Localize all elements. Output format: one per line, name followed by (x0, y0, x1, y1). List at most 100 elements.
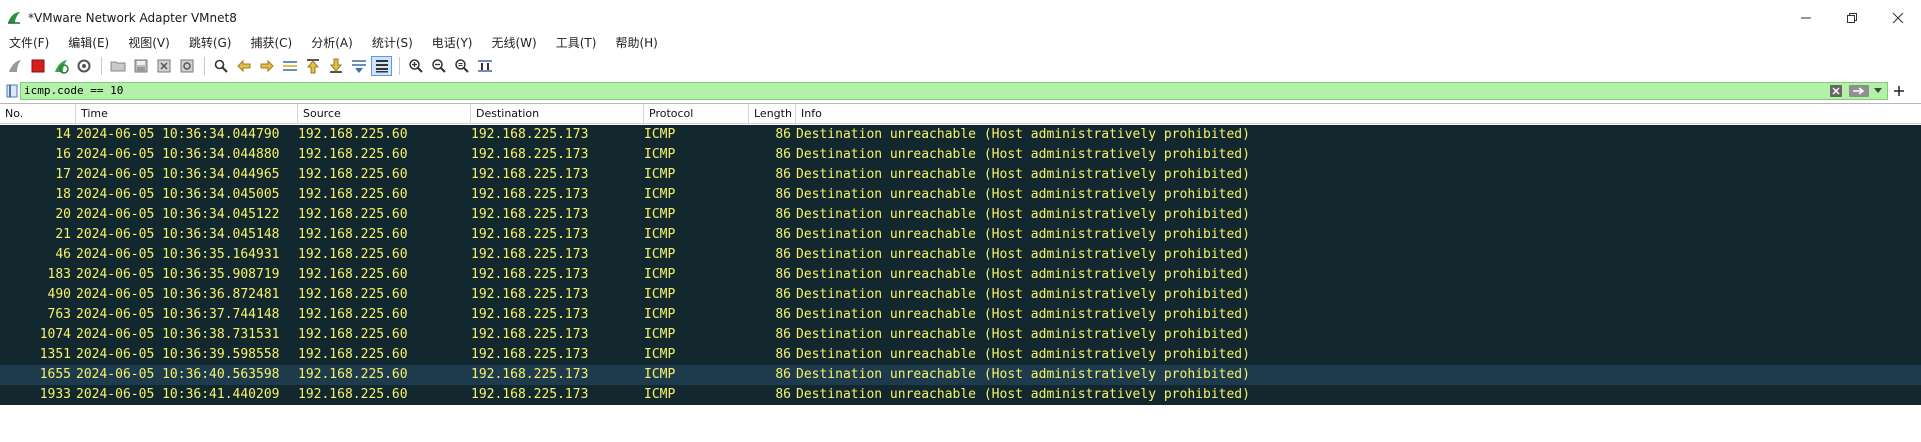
first-packet-button[interactable] (302, 56, 323, 76)
table-row[interactable]: 20 2024-06-05 10:36:34.045122 192.168.225.… (0, 205, 1921, 225)
shark-fin-icon (8, 60, 21, 72)
filter-apply-button[interactable] (1847, 83, 1871, 99)
normal-size-button[interactable] (451, 56, 472, 76)
table-row[interactable]: 490 2024-06-05 10:36:36.872481 192.168.225… (0, 285, 1921, 305)
go-back-button[interactable] (233, 56, 254, 76)
go-to-packet-button[interactable] (279, 56, 300, 76)
restart-capture-button[interactable] (50, 56, 71, 76)
zoom-in-button[interactable] (405, 56, 426, 76)
table-row[interactable]: 183 2024-06-05 10:36:35.908719 192.168.225… (0, 265, 1921, 285)
packet-length: 86 (775, 167, 791, 182)
menu-capture[interactable]: 捕获(C) (245, 34, 299, 51)
packet-list[interactable]: No. Time Source Destination Protocol Len… (0, 103, 1921, 442)
autoscroll-icon (351, 60, 366, 73)
stop-capture-button[interactable] (27, 56, 48, 76)
autoscroll-button[interactable] (348, 56, 369, 76)
table-row[interactable]: 1933 2024-06-05 10:36:41.440209 192.168.22… (0, 385, 1921, 405)
find-packet-button[interactable] (210, 56, 231, 76)
restore-icon (1847, 13, 1857, 23)
packet-info: Destination unreachable (Host administra… (796, 207, 1250, 222)
menu-analyze[interactable]: 分析(A) (306, 34, 360, 51)
menu-statistics[interactable]: 统计(S) (367, 34, 420, 51)
packet-source: 192.168.225.60 (298, 267, 408, 282)
capture-options-button[interactable] (73, 56, 94, 76)
column-header-no[interactable]: No. (0, 104, 76, 124)
packet-length: 86 (775, 387, 791, 402)
column-header-time[interactable]: Time (76, 104, 298, 124)
menu-view[interactable]: 视图(V) (123, 34, 177, 51)
reload-file-button[interactable] (176, 56, 197, 76)
add-filter-button-button[interactable] (1891, 82, 1907, 100)
close-file-button[interactable] (153, 56, 174, 76)
menu-go[interactable]: 跳转(G) (184, 34, 239, 51)
packet-destination: 192.168.225.173 (471, 207, 589, 222)
save-file-button[interactable] (130, 56, 151, 76)
go-back-icon (236, 59, 250, 73)
menu-edit[interactable]: 编辑(E) (63, 34, 116, 51)
start-capture-button[interactable] (4, 56, 25, 76)
display-filter-input[interactable]: icmp.code == 10 (20, 82, 1888, 100)
zoom-in-icon (408, 59, 423, 73)
packet-number: 18 (55, 187, 71, 202)
packet-time: 2024-06-05 10:36:34.045005 (76, 187, 280, 202)
packet-protocol: ICMP (644, 267, 676, 282)
packet-source: 192.168.225.60 (298, 167, 408, 182)
column-header-destination[interactable]: Destination (471, 104, 644, 124)
reload-file-icon (180, 59, 193, 73)
packet-time: 2024-06-05 10:36:41.440209 (76, 387, 280, 402)
table-row[interactable]: 14 2024-06-05 10:36:34.044790 192.168.225.… (0, 125, 1921, 145)
packet-destination: 192.168.225.173 (471, 187, 589, 202)
packet-info: Destination unreachable (Host administra… (796, 347, 1250, 362)
menu-help[interactable]: 帮助(H) (610, 34, 664, 51)
packet-number: 46 (55, 247, 71, 262)
go-forward-button[interactable] (256, 56, 277, 76)
table-row[interactable]: 1074 2024-06-05 10:36:38.731531 192.168.22… (0, 325, 1921, 345)
stop-capture-icon (31, 59, 44, 73)
packet-length: 86 (775, 267, 791, 282)
table-row[interactable]: 16 2024-06-05 10:36:34.044880 192.168.225.… (0, 145, 1921, 165)
packet-length: 86 (775, 307, 791, 322)
packet-source: 192.168.225.60 (298, 307, 408, 322)
column-header-protocol[interactable]: Protocol (644, 104, 749, 124)
toolbar-separator (204, 57, 205, 75)
table-row[interactable]: 21 2024-06-05 10:36:34.045148 192.168.225.… (0, 225, 1921, 245)
packet-protocol: ICMP (644, 187, 676, 202)
minimize-icon (1801, 17, 1811, 19)
zoom-out-button[interactable] (428, 56, 449, 76)
open-file-icon (110, 61, 125, 72)
colorize-button[interactable] (371, 56, 392, 76)
table-row[interactable]: 46 2024-06-05 10:36:35.164931 192.168.225.… (0, 245, 1921, 265)
menu-telephony[interactable]: 电话(Y) (427, 34, 480, 51)
filter-bookmark-button[interactable] (3, 82, 21, 100)
packet-source: 192.168.225.60 (298, 147, 408, 162)
packet-length: 86 (775, 147, 791, 162)
open-file-button[interactable] (107, 56, 128, 76)
last-packet-button[interactable] (325, 56, 346, 76)
filter-clear-button[interactable] (1828, 83, 1844, 99)
packet-protocol: ICMP (644, 247, 676, 262)
menu-wireless[interactable]: 无线(W) (487, 34, 544, 51)
table-row[interactable]: 18 2024-06-05 10:36:34.045005 192.168.225.… (0, 185, 1921, 205)
menu-file[interactable]: 文件(F) (4, 34, 56, 51)
packet-protocol: ICMP (644, 327, 676, 342)
filter-history-dropdown[interactable] (1871, 83, 1885, 99)
packet-time: 2024-06-05 10:36:39.598558 (76, 347, 280, 362)
column-header-length[interactable]: Length (749, 104, 796, 124)
packet-time: 2024-06-05 10:36:38.731531 (76, 327, 280, 342)
column-header-source[interactable]: Source (298, 104, 471, 124)
packet-length: 86 (775, 327, 791, 342)
clear-icon (1830, 85, 1842, 97)
packet-source: 192.168.225.60 (298, 187, 408, 202)
packet-number: 16 (55, 147, 71, 162)
column-header-info[interactable]: Info (796, 104, 1921, 124)
go-to-packet-icon (282, 61, 297, 71)
resize-columns-button[interactable] (474, 56, 495, 76)
table-row[interactable]: 763 2024-06-05 10:36:37.744148 192.168.225… (0, 305, 1921, 325)
table-row[interactable]: 17 2024-06-05 10:36:34.044965 192.168.225.… (0, 165, 1921, 185)
packet-length: 86 (775, 227, 791, 242)
main-toolbar (0, 53, 1921, 79)
menu-tools[interactable]: 工具(T) (551, 34, 604, 51)
table-row[interactable]: 1351 2024-06-05 10:36:39.598558 192.168.22… (0, 345, 1921, 365)
packet-number: 21 (55, 227, 71, 242)
table-row[interactable]: 1655 2024-06-05 10:36:40.563598 192.168.22… (0, 365, 1921, 385)
